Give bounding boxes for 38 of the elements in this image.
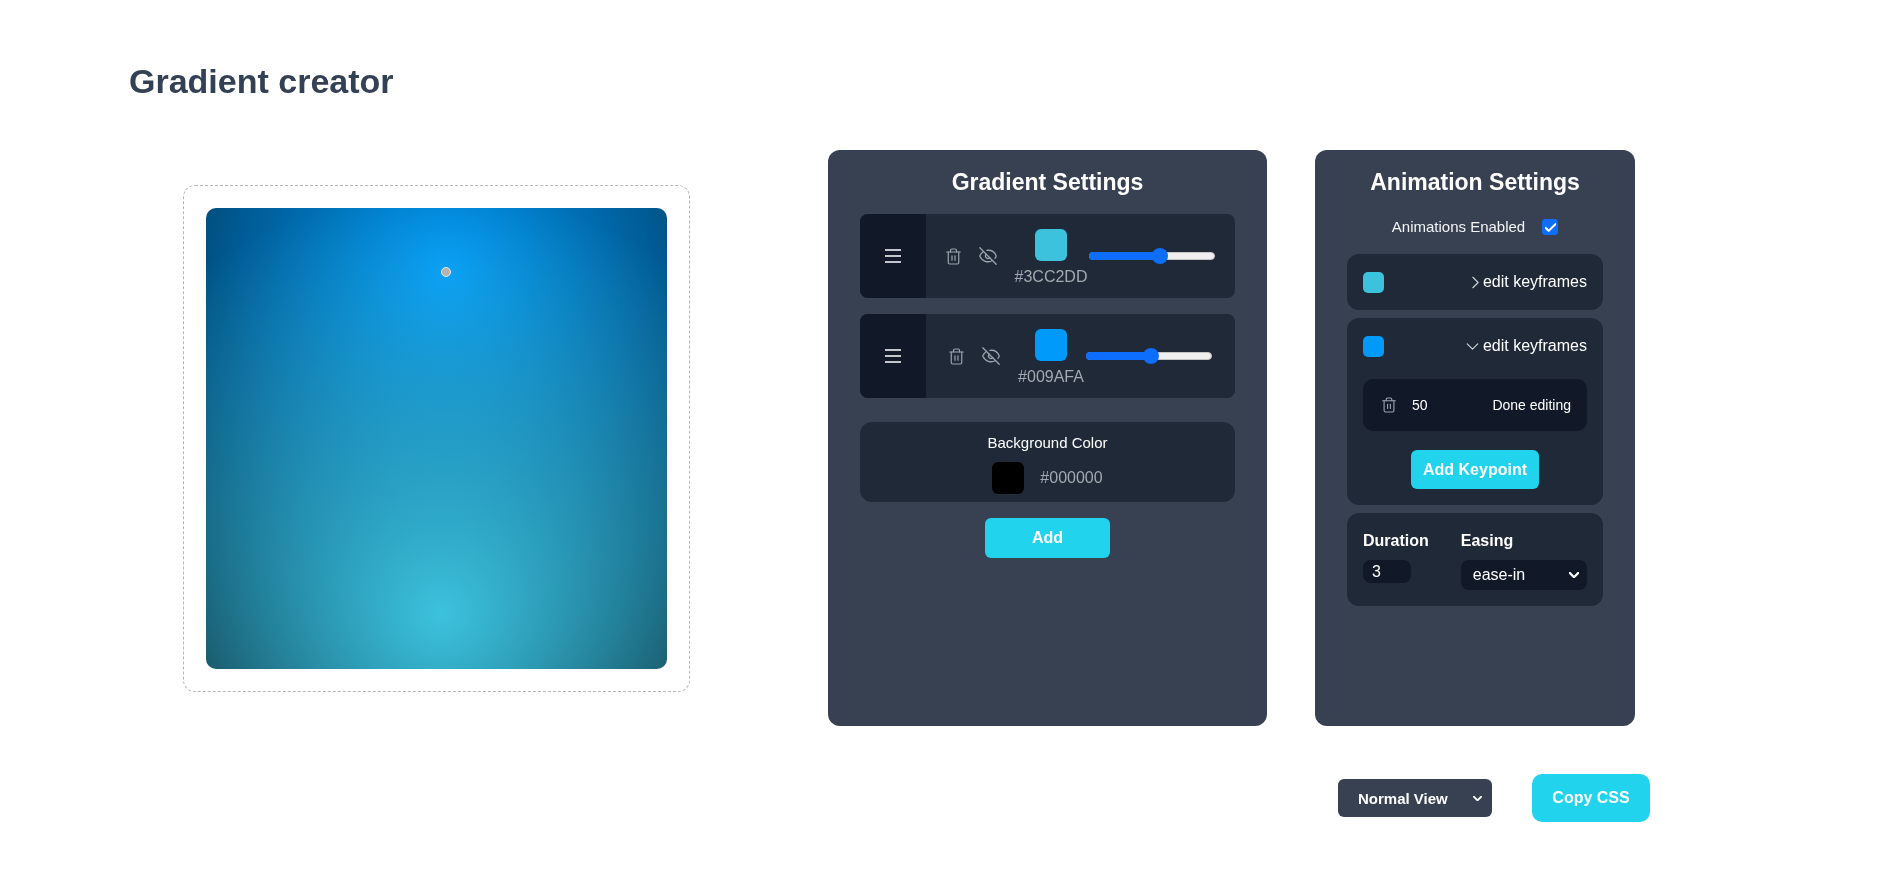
opacity-slider[interactable]: [1085, 348, 1212, 364]
color-swatch[interactable]: [992, 462, 1025, 494]
hex-value: #000000: [1040, 469, 1103, 487]
edit-keyframes-toggle[interactable]: edit keyframes: [1471, 272, 1587, 292]
chevron-down-icon: [1568, 572, 1579, 578]
drag-handle[interactable]: [860, 214, 926, 298]
duration-input[interactable]: 3: [1363, 560, 1411, 583]
drag-handle[interactable]: [860, 314, 926, 398]
check-icon: [1544, 222, 1556, 232]
gradient-point-handle[interactable]: [440, 267, 451, 278]
field-label: Duration: [1363, 531, 1429, 550]
field-label: Easing: [1460, 531, 1514, 550]
checkbox-label: Animations Enabled: [1391, 218, 1526, 236]
chevron-down-icon: [1473, 795, 1482, 801]
opacity-slider[interactable]: [1089, 248, 1216, 264]
eye-off-icon[interactable]: [982, 347, 1001, 365]
panel-title: Gradient Settings: [951, 168, 1144, 196]
done-editing-button[interactable]: Done editing: [1492, 396, 1571, 414]
view-select[interactable]: Normal View: [1338, 779, 1492, 817]
trash-icon[interactable]: [949, 347, 965, 365]
menu-icon: [885, 249, 901, 263]
slider-thumb[interactable]: [1152, 248, 1168, 264]
menu-icon: [885, 349, 901, 363]
color-swatch[interactable]: [1035, 228, 1067, 261]
color-swatch[interactable]: [1035, 328, 1067, 361]
slider-thumb[interactable]: [1143, 348, 1160, 364]
panel-title: Animation Settings: [1370, 168, 1580, 196]
hex-value: #009AFA: [1018, 367, 1084, 386]
easing-select[interactable]: ease-in: [1460, 560, 1587, 590]
hex-value: #3CC2DD: [1014, 267, 1088, 286]
page-title: Gradient creator: [129, 61, 394, 102]
animations-checkbox[interactable]: [1542, 219, 1559, 235]
eye-off-icon[interactable]: [978, 247, 997, 265]
keypoint-value: 50: [1412, 396, 1428, 414]
trash-icon[interactable]: [945, 247, 961, 265]
trash-icon[interactable]: [1382, 397, 1396, 413]
edit-keyframes-toggle[interactable]: edit keyframes: [1465, 336, 1587, 356]
background-color-label: Background Color: [987, 434, 1108, 452]
